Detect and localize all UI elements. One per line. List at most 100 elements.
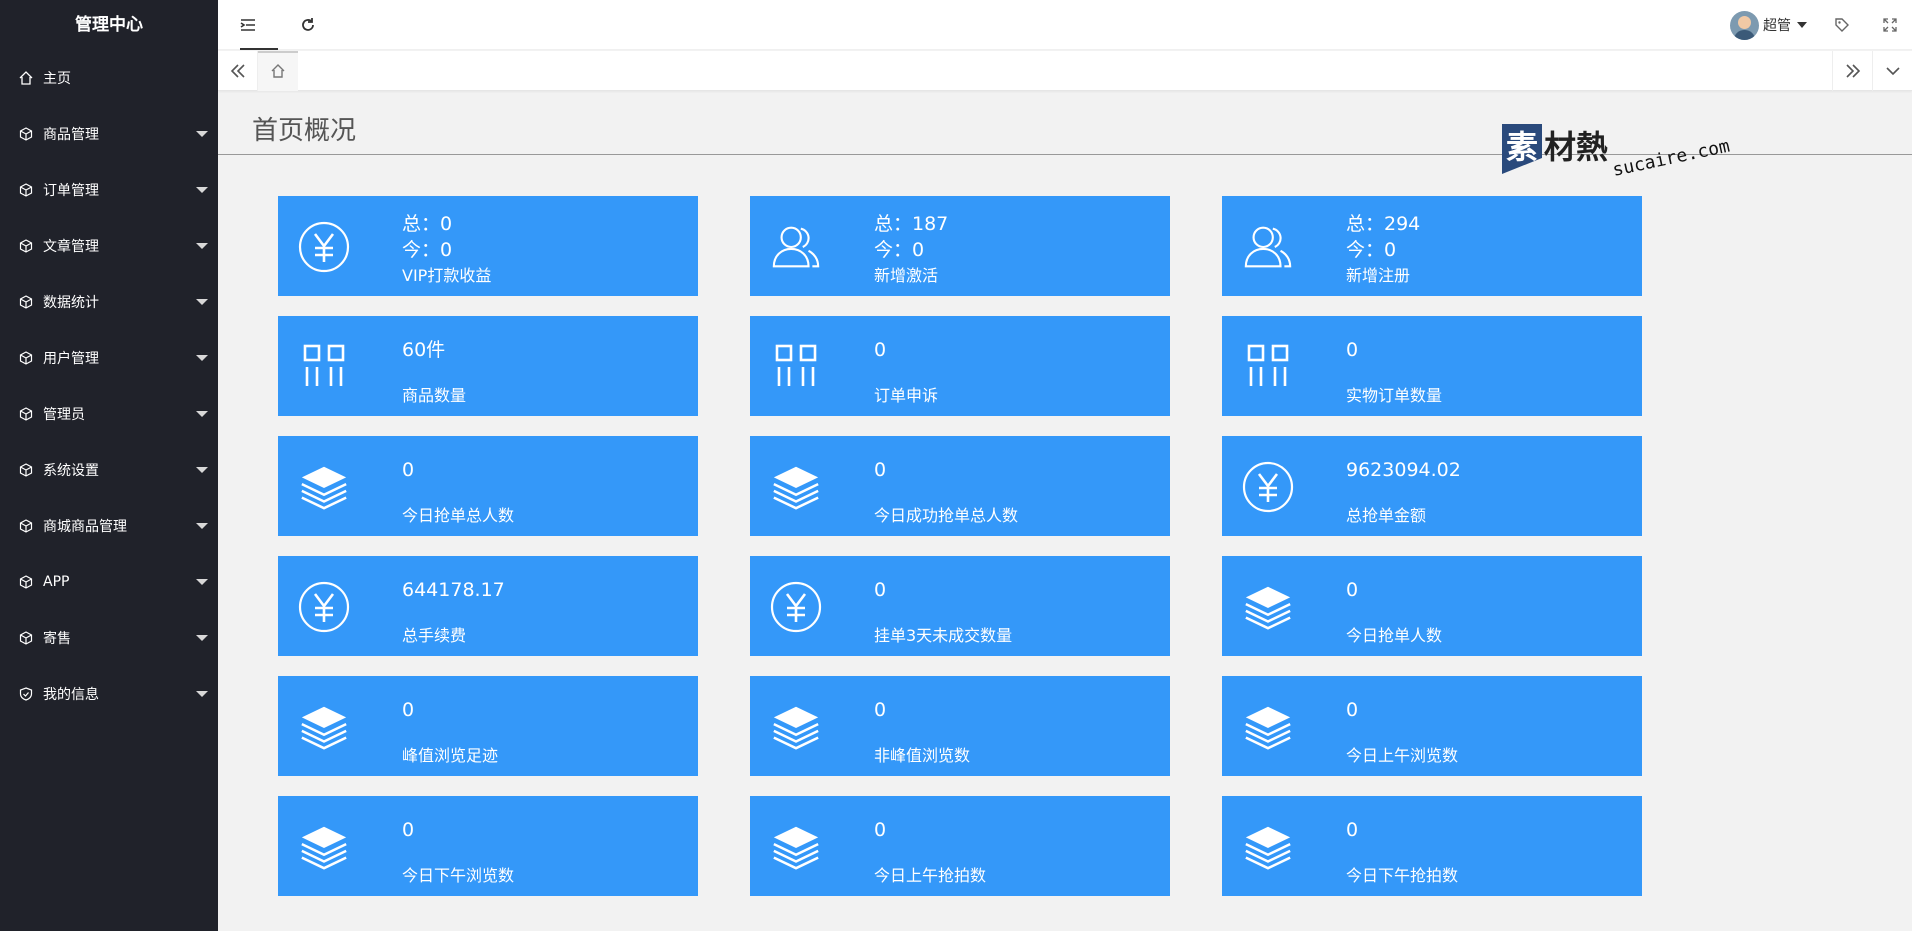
stat-card: 0 今日下午浏览数 [278,796,698,896]
toggle-sidebar-button[interactable] [218,0,278,50]
stat-card: 9623094.02 总抢单金额 [1222,436,1642,536]
stat-value: 0 [1346,339,1359,361]
sidebar-item-2[interactable]: 订单管理 [0,162,218,218]
grid-icon [1242,341,1294,393]
layers-icon [1242,701,1294,753]
stat-label: 今日上午浏览数 [1346,746,1459,765]
cube-icon [18,519,33,534]
caret-down-icon [196,243,208,249]
stat-card: 0 今日下午抢拍数 [1222,796,1642,896]
avatar [1730,10,1759,40]
stat-label: 总手续费 [402,626,467,645]
layers-icon [298,821,350,873]
sidebar-item-11[interactable]: 我的信息 [0,666,218,722]
home-icon [18,71,33,86]
sidebar-item-label: 管理员 [43,407,85,423]
caret-down-icon [196,299,208,305]
stat-label: 今日抢单总人数 [402,506,515,525]
tabs-scroll-left-button[interactable] [218,51,258,91]
sidebar-item-1[interactable]: 商品管理 [0,106,218,162]
sidebar-item-8[interactable]: 商城商品管理 [0,498,218,554]
sidebar-item-label: 我的信息 [43,687,99,703]
app-title: 管理中心 [75,15,143,35]
caret-down-icon [196,579,208,585]
stat-total: 总：0 [402,213,453,235]
stat-total: 总：294 [1346,213,1421,235]
stat-value: 0 [1346,579,1359,601]
fullscreen-icon [1882,18,1897,32]
grid-icon [770,341,822,393]
cube-icon [18,351,33,366]
sidebar-item-label: 用户管理 [43,351,99,367]
tag-icon [1835,18,1849,32]
layers-icon [770,821,822,873]
stat-total: 总：187 [874,213,949,235]
stat-label: 总抢单金额 [1346,506,1427,525]
sidebar-item-5[interactable]: 用户管理 [0,330,218,386]
stat-label: 非峰值浏览数 [874,746,971,765]
stat-card: 总：187 今：0 新增激活 [750,196,1170,296]
sidebar-item-3[interactable]: 文章管理 [0,218,218,274]
stat-value: 0 [874,459,887,481]
chevron-down-icon [1797,22,1807,28]
sidebar-item-9[interactable]: APP [0,554,218,610]
stat-label: 订单申诉 [874,386,939,405]
sidebar-item-label: 商品管理 [43,127,99,143]
sidebar-item-label: 商城商品管理 [43,519,127,535]
tabs-bar [218,51,1912,91]
stat-label: 今日抢单人数 [1346,626,1443,645]
menu-collapse-icon [240,19,255,31]
stat-card: 0 挂单3天未成交数量 [750,556,1170,656]
tabs-scroll-right-button[interactable] [1832,51,1872,91]
tag-button[interactable] [1817,0,1867,50]
cube-icon [18,575,33,590]
stat-card: 60件 商品数量 [278,316,698,416]
yuan-circle-icon [298,581,350,633]
sidebar-item-6[interactable]: 管理员 [0,386,218,442]
stat-label: 新增激活 [874,266,939,285]
sidebar-item-label: 文章管理 [43,239,99,255]
stat-label: 挂单3天未成交数量 [874,626,1013,645]
sidebar-item-0[interactable]: 主页 [0,50,218,106]
tabs-menu-button[interactable] [1872,51,1912,91]
cube-icon [18,127,33,142]
stat-value: 0 [402,699,415,721]
stat-card: 总：0 今：0 VIP打款收益 [278,196,698,296]
sidebar-item-10[interactable]: 寄售 [0,610,218,666]
sidebar-item-7[interactable]: 系统设置 [0,442,218,498]
refresh-button[interactable] [278,0,338,50]
user-menu[interactable]: 超管 [1730,0,1807,50]
layers-icon [298,701,350,753]
stat-value: 9623094.02 [1346,459,1461,481]
tab-home[interactable] [258,51,298,91]
stat-value: 644178.17 [402,579,505,601]
cube-icon [18,631,33,646]
svg-text:材熱: 材熱 [1544,128,1608,166]
cube-icon [18,407,33,422]
stat-label: 商品数量 [402,386,467,405]
stat-label: VIP打款收益 [402,266,492,285]
stat-today: 今：0 [402,239,453,261]
stat-card: 0 非峰值浏览数 [750,676,1170,776]
stat-today: 今：0 [874,239,925,261]
cube-icon [18,463,33,478]
double-chevron-right-icon [1845,64,1860,78]
caret-down-icon [196,467,208,473]
stat-value: 0 [402,819,415,841]
yuan-circle-icon [1242,461,1294,513]
caret-down-icon [196,355,208,361]
stat-value: 0 [1346,819,1359,841]
grid-icon [298,341,350,393]
stat-card: 0 今日上午浏览数 [1222,676,1642,776]
sidebar-item-label: 主页 [43,71,71,87]
user-name: 超管 [1763,18,1791,34]
cube-icon [18,295,33,310]
yuan-circle-icon [770,581,822,633]
page-title: 首页概况 [252,116,357,146]
fullscreen-button[interactable] [1867,0,1912,50]
svg-text:素: 素 [1506,128,1538,166]
sidebar: 管理中心 主页商品管理订单管理文章管理数据统计用户管理管理员系统设置商城商品管理… [0,0,218,931]
users-icon [1242,221,1294,273]
sidebar-item-4[interactable]: 数据统计 [0,274,218,330]
stat-card: 总：294 今：0 新增注册 [1222,196,1642,296]
